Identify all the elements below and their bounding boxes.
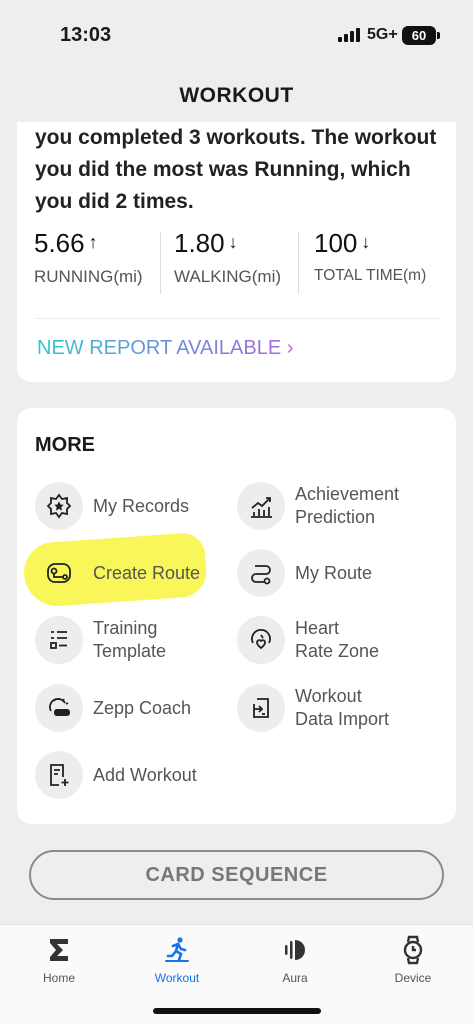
tab-label: Aura — [282, 971, 308, 985]
watch-icon — [368, 933, 458, 967]
item-label: Workout Data Import — [295, 686, 390, 729]
arrow-up-icon: ↑ — [88, 232, 98, 252]
svg-text:ZEPP: ZEPP — [55, 711, 69, 717]
bar-chart-trend-icon — [237, 482, 285, 530]
tab-workout[interactable]: Workout — [132, 933, 222, 985]
stat-label: WALKING(mi) — [174, 267, 282, 286]
sound-wave-icon — [250, 933, 340, 967]
route-icon — [237, 549, 285, 597]
training-template-item[interactable]: Training Template — [35, 616, 225, 666]
stat-running: 5.66 ↑ RUNNING(mi) — [34, 228, 143, 298]
zepp-coach-item[interactable]: ZEPP Zepp Coach — [35, 684, 225, 734]
runner-icon — [132, 933, 222, 967]
workout-data-import-item[interactable]: Workout Data Import — [237, 684, 437, 734]
status-bar: 13:03 5G+ 60 — [0, 0, 473, 70]
status-time: 13:03 — [60, 24, 112, 46]
section-title: MORE — [35, 434, 95, 456]
report-card: you completed 3 workouts. The workout yo… — [17, 122, 456, 382]
sigma-icon — [14, 933, 104, 967]
stat-label: RUNNING(mi) — [34, 267, 143, 286]
card-sequence-button[interactable]: CARD SEQUENCE — [29, 850, 444, 900]
page-title: WORKOUT — [179, 84, 294, 107]
home-indicator — [153, 1008, 321, 1014]
stat-walking: 1.80 ↓ WALKING(mi) — [174, 228, 281, 298]
stats-row: 5.66 ↑ RUNNING(mi) 1.80 ↓ WALKING(mi) 100 ↓… — [17, 228, 456, 298]
stat-value: 1.80 — [174, 228, 225, 258]
arrow-down-icon: ↓ — [228, 232, 238, 252]
import-icon — [237, 684, 285, 732]
tab-home[interactable]: Home — [14, 933, 104, 985]
tab-device[interactable]: Device — [368, 933, 458, 985]
stat-value: 5.66 — [34, 228, 85, 258]
route-create-icon — [35, 549, 83, 597]
divider — [35, 318, 439, 319]
heart-rate-zone-item[interactable]: Heart Rate Zone — [237, 616, 437, 666]
list-template-icon — [35, 616, 83, 664]
tab-aura[interactable]: Aura — [250, 933, 340, 985]
stat-label: TOTAL TIME(m) — [314, 267, 427, 284]
divider — [298, 232, 299, 294]
my-records-item[interactable]: My Records — [35, 482, 225, 532]
create-route-item[interactable]: Create Route — [35, 549, 225, 599]
item-label: My Route — [295, 562, 373, 583]
signal-icon — [338, 28, 360, 42]
tab-label: Workout — [154, 971, 200, 985]
arrow-down-icon: ↓ — [361, 232, 371, 252]
tab-label: Home — [42, 971, 75, 985]
battery-icon: 60 — [402, 26, 440, 45]
heart-rate-icon — [237, 616, 285, 664]
item-label: Achievement Prediction — [295, 484, 400, 527]
divider — [160, 232, 161, 294]
achievement-prediction-item[interactable]: Achievement Prediction — [237, 482, 437, 532]
stat-value: 100 — [314, 228, 358, 258]
item-label: Add Workout — [93, 764, 197, 785]
my-route-item[interactable]: My Route — [237, 549, 437, 599]
item-label: Heart Rate Zone — [295, 618, 380, 661]
tab-label: Device — [394, 971, 432, 985]
new-report-link[interactable]: NEW REPORT AVAILABLE › — [37, 337, 293, 360]
stat-total-time: 100 ↓ TOTAL TIME(m) — [314, 228, 426, 298]
add-workout-item[interactable]: Add Workout — [35, 751, 225, 801]
network-type: 5G+ — [367, 26, 398, 43]
zepp-coach-icon: ZEPP — [35, 684, 83, 732]
report-summary: you completed 3 workouts. The workout yo… — [35, 126, 437, 213]
badge-star-icon — [35, 482, 83, 530]
add-document-icon — [35, 751, 83, 799]
